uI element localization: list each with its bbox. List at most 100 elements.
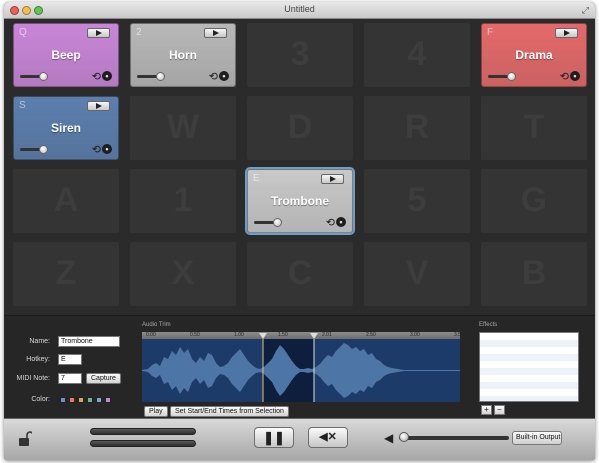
name-label: Name:	[29, 338, 50, 345]
ruler-tick-label: 3.00	[410, 332, 420, 338]
name-field[interactable]: Trombone	[58, 336, 120, 347]
loop-icon[interactable]: ⟲	[209, 70, 218, 83]
pad-options-icon[interactable]: •	[102, 71, 112, 81]
pause-button[interactable]: ❚❚	[254, 427, 294, 448]
mute-button[interactable]: ◀✕	[308, 427, 348, 448]
pad-volume-slider[interactable]	[20, 72, 49, 81]
audio-trim-label: Audio Trim	[142, 322, 171, 328]
color-swatch[interactable]	[78, 397, 84, 403]
fullscreen-icon[interactable]: ⤢	[582, 5, 589, 16]
ruler-tick-label: 0.00	[146, 332, 156, 338]
color-swatch[interactable]	[96, 397, 102, 403]
pad-volume-knob[interactable]	[156, 72, 166, 81]
pad-volume-slider[interactable]	[137, 72, 166, 81]
color-label: Color:	[31, 396, 50, 403]
remove-effect-button[interactable]: −	[494, 405, 505, 415]
unlocked-padlock-icon	[19, 431, 34, 446]
play-preview-button[interactable]: Play	[144, 406, 168, 417]
empty-pad-slot[interactable]: B	[481, 242, 587, 306]
ruler-tick-label: 1.50	[278, 332, 288, 338]
ruler-tick-label: 0.50	[190, 332, 200, 338]
pad-name: Siren	[50, 121, 81, 135]
pad-hotkey: 2	[136, 27, 142, 38]
pad-play-button[interactable]	[87, 101, 110, 111]
pad-name: Horn	[169, 48, 197, 62]
progress-pill-top	[90, 428, 196, 435]
window-title: Untitled	[284, 4, 315, 14]
pad-hotkey-label: D	[287, 108, 313, 146]
pad-volume-knob[interactable]	[39, 145, 49, 154]
midi-note-field[interactable]: 7	[58, 373, 82, 384]
empty-pad-slot[interactable]: 4	[364, 23, 470, 87]
pad-hotkey-label: Z	[55, 254, 77, 292]
loop-icon[interactable]: ⟲	[326, 216, 335, 229]
empty-pad-slot[interactable]: W	[130, 96, 236, 160]
pad-options-icon[interactable]: •	[219, 71, 229, 81]
pad-hotkey: E	[253, 173, 260, 184]
speaker-icon: ◀	[384, 431, 394, 445]
loop-icon[interactable]: ⟲	[92, 70, 101, 83]
effects-list[interactable]	[479, 332, 579, 402]
progress-pill-bottom	[90, 440, 196, 447]
empty-pad-slot[interactable]: G	[481, 169, 587, 233]
color-swatch[interactable]	[69, 397, 75, 403]
empty-pad-slot[interactable]: Z	[13, 242, 119, 306]
pad-volume-knob[interactable]	[39, 72, 49, 81]
empty-pad-slot[interactable]: X	[130, 242, 236, 306]
pad-hotkey: Q	[19, 27, 27, 38]
midi-note-label: MIDI Note:	[16, 375, 50, 382]
pad-volume-slider[interactable]	[20, 145, 49, 154]
pad-options-icon[interactable]: •	[102, 144, 112, 154]
sound-pad[interactable]: Q Beep ⟲ •	[13, 23, 119, 87]
sound-pad[interactable]: F Drama ⟲ •	[481, 23, 587, 87]
empty-pad-slot[interactable]: 3	[247, 23, 353, 87]
pad-hotkey-label: G	[520, 181, 548, 219]
sound-pad[interactable]: 2 Horn ⟲ •	[130, 23, 236, 87]
empty-pad-slot[interactable]: 1	[130, 169, 236, 233]
capture-button[interactable]: Capture	[86, 373, 121, 384]
hotkey-field[interactable]: E	[58, 354, 82, 365]
empty-pad-slot[interactable]: R	[364, 96, 470, 160]
pad-volume-slider[interactable]	[254, 218, 283, 227]
empty-pad-slot[interactable]: D	[247, 96, 353, 160]
ruler-tick-label: 2.01	[322, 332, 332, 338]
lock-icon[interactable]	[18, 431, 34, 452]
pad-hotkey-label: X	[171, 254, 195, 292]
pad-name: Trombone	[270, 194, 329, 208]
pad-volume-knob[interactable]	[507, 72, 517, 81]
pad-play-button[interactable]	[555, 28, 578, 38]
ruler-tick-label: 1.00	[234, 332, 244, 338]
waveform-display[interactable]	[142, 339, 460, 402]
loop-icon[interactable]: ⟲	[560, 70, 569, 83]
pad-hotkey-label: B	[521, 254, 547, 292]
pad-volume-knob[interactable]	[273, 218, 283, 227]
output-device-select[interactable]: Built-in Output	[512, 431, 562, 445]
color-swatch[interactable]	[87, 397, 93, 403]
pad-options-icon[interactable]: •	[570, 71, 580, 81]
empty-pad-slot[interactable]: C	[247, 242, 353, 306]
pad-play-button[interactable]	[204, 28, 227, 38]
empty-pad-slot[interactable]: T	[481, 96, 587, 160]
pad-play-button[interactable]	[87, 28, 110, 38]
empty-pad-slot[interactable]: A	[13, 169, 119, 233]
pad-hotkey: F	[487, 27, 494, 38]
master-volume-slider[interactable]	[399, 432, 509, 442]
pad-options-icon[interactable]: •	[336, 217, 346, 227]
sound-pad[interactable]: S Siren ⟲ •	[13, 96, 119, 160]
pad-hotkey-label: T	[523, 108, 545, 146]
sound-pad-grid: 3 4 W D R T A 1 5 G Z X C V B Q Beep ⟲ • 2 Horn ⟲ • F Drama ⟲ • S Si…	[13, 23, 588, 313]
master-volume-knob[interactable]	[399, 432, 409, 442]
pad-volume-slider[interactable]	[488, 72, 517, 81]
set-times-button[interactable]: Set Start/End Times from Selection	[170, 406, 289, 417]
sound-pad[interactable]: E Trombone ⟲ •	[247, 169, 353, 233]
color-swatch[interactable]	[105, 397, 111, 403]
pad-hotkey-label: 5	[407, 181, 427, 219]
main-window: Untitled ⤢ 3 4 W D R T A 1 5 G Z X C V B Q Beep ⟲ • 2 Horn ⟲ •…	[4, 2, 595, 460]
pad-play-button[interactable]	[321, 174, 344, 184]
loop-icon[interactable]: ⟲	[92, 143, 101, 156]
add-effect-button[interactable]: +	[481, 405, 492, 415]
empty-pad-slot[interactable]: 5	[364, 169, 470, 233]
pad-hotkey-label: A	[53, 181, 79, 219]
empty-pad-slot[interactable]: V	[364, 242, 470, 306]
color-swatch[interactable]	[60, 397, 66, 403]
